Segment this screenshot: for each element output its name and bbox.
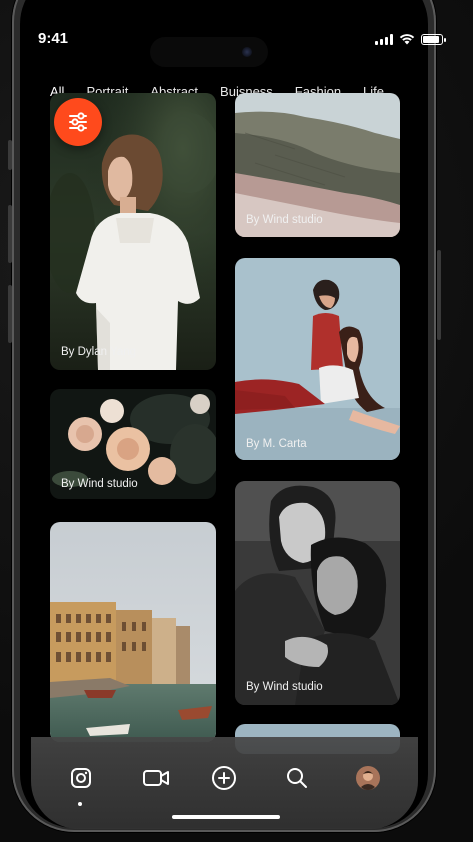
photo-card-couple-blue[interactable]: By M. Carta (235, 258, 400, 460)
photo-credit: By Wind studio (246, 681, 323, 693)
video-camera-icon (143, 770, 169, 786)
phone-volume-up-button (8, 205, 12, 263)
wifi-icon (399, 34, 415, 45)
photo-venice (50, 522, 216, 742)
photo-credit: By Wind studio (246, 214, 323, 226)
phone-mute-button (8, 140, 12, 170)
status-icons (375, 33, 446, 45)
plus-circle-icon (212, 766, 236, 790)
nav-instagram[interactable] (68, 765, 94, 791)
photo-card-women-bw[interactable]: By Wind studio (235, 481, 400, 705)
photo-card-venice[interactable] (50, 522, 216, 742)
photo-couple-blue (235, 258, 400, 460)
sliders-icon (69, 112, 87, 132)
battery-icon (421, 33, 446, 45)
photo-credit: By Wind studio (61, 478, 138, 490)
nav-profile[interactable] (355, 765, 381, 791)
nav-video[interactable] (141, 765, 171, 791)
nav-search[interactable] (284, 765, 310, 791)
filter-button[interactable] (54, 98, 102, 146)
photo-women-bw (235, 481, 400, 705)
nav-create[interactable] (211, 765, 237, 791)
dynamic-island (150, 37, 268, 67)
photo-credit: By Dylan Yang (61, 346, 137, 358)
avatar (356, 766, 380, 790)
photo-card-cliff-landscape[interactable]: By Wind studio (235, 93, 400, 237)
home-indicator (172, 815, 280, 819)
photo-credit: By M. Carta (246, 438, 307, 450)
search-icon (287, 768, 307, 788)
front-camera (242, 47, 252, 57)
status-time: 9:41 (38, 30, 69, 47)
active-nav-indicator (78, 802, 82, 806)
phone-volume-down-button (8, 285, 12, 343)
phone-power-button (437, 250, 441, 340)
instagram-icon (71, 768, 91, 788)
signal-icon (375, 33, 393, 45)
photo-card-roses[interactable]: By Wind studio (50, 389, 216, 499)
